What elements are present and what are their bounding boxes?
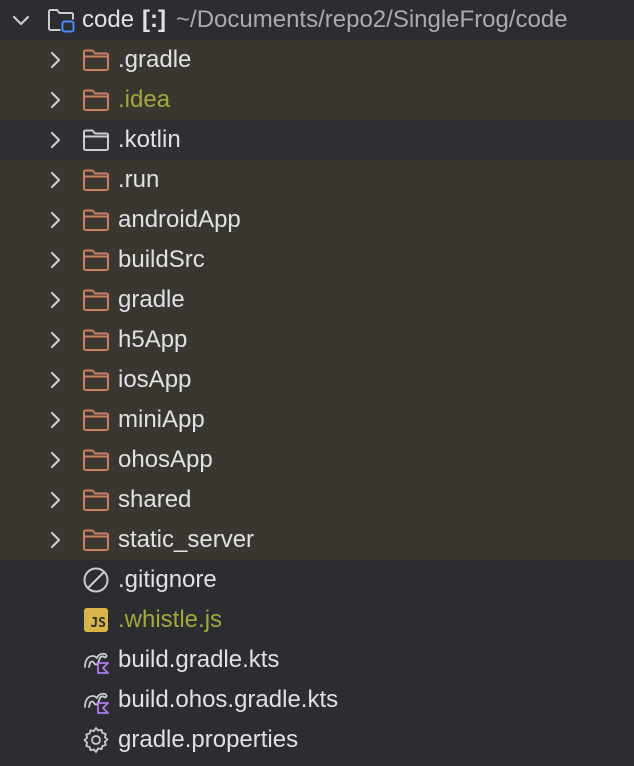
- root-label: code [:] ~/Documents/repo2/SingleFrog/code: [82, 0, 568, 40]
- folder-icon: [81, 525, 111, 555]
- folder-row[interactable]: ohosApp: [0, 440, 634, 480]
- folder-row[interactable]: gradle: [0, 280, 634, 320]
- project-tree: code [:] ~/Documents/repo2/SingleFrog/code…: [0, 0, 634, 766]
- chevron-right-icon[interactable]: [42, 47, 68, 73]
- folder-label: .kotlin: [118, 126, 181, 153]
- file-row[interactable]: gradle.properties: [0, 720, 634, 760]
- folder-icon: [81, 245, 111, 275]
- folder-label: .idea: [118, 86, 171, 113]
- folder-row[interactable]: shared: [0, 480, 634, 520]
- gear-icon: [81, 725, 111, 755]
- file-label: build.gradle.kts: [118, 646, 280, 673]
- file-row[interactable]: JS .whistle.js: [0, 600, 634, 640]
- chevron-right-icon[interactable]: [42, 167, 68, 193]
- folder-icon: [81, 485, 111, 515]
- folder-label: .run: [118, 166, 160, 193]
- folder-label: androidApp: [118, 206, 241, 233]
- folder-label: iosApp: [118, 366, 192, 393]
- chevron-right-icon[interactable]: [42, 447, 68, 473]
- folder-label: h5App: [118, 326, 188, 353]
- file-label: build.ohos.gradle.kts: [118, 686, 339, 713]
- folder-icon: [81, 445, 111, 475]
- folder-icon: [81, 205, 111, 235]
- folder-row[interactable]: androidApp: [0, 200, 634, 240]
- chevron-right-icon[interactable]: [42, 407, 68, 433]
- folder-row[interactable]: static_server: [0, 520, 634, 560]
- folder-label: ohosApp: [118, 446, 213, 473]
- file-label: gradle.properties: [118, 726, 299, 753]
- file-label: .gitignore: [118, 566, 217, 593]
- folder-label: gradle: [118, 286, 185, 313]
- folder-icon: [81, 325, 111, 355]
- module-folder-icon: [46, 5, 76, 35]
- chevron-right-icon[interactable]: [42, 367, 68, 393]
- chevron-down-icon[interactable]: [8, 7, 34, 33]
- javascript-icon: JS: [81, 605, 111, 635]
- folder-row[interactable]: .gradle: [0, 40, 634, 80]
- folder-label: .gradle: [118, 46, 192, 73]
- chevron-right-icon[interactable]: [42, 87, 68, 113]
- file-row[interactable]: build.gradle.kts: [0, 640, 634, 680]
- folder-label: shared: [118, 486, 192, 513]
- gradle-kotlin-icon: [81, 685, 111, 715]
- ignore-icon: [81, 565, 111, 595]
- root-name: code: [82, 6, 135, 33]
- folder-icon: [81, 165, 111, 195]
- chevron-right-icon[interactable]: [42, 247, 68, 273]
- folder-row[interactable]: .run: [0, 160, 634, 200]
- file-row[interactable]: .gitignore: [0, 560, 634, 600]
- folder-icon: [81, 285, 111, 315]
- chevron-right-icon[interactable]: [42, 487, 68, 513]
- chevron-right-icon[interactable]: [42, 287, 68, 313]
- folder-icon: [81, 85, 111, 115]
- folder-row[interactable]: miniApp: [0, 400, 634, 440]
- folder-row[interactable]: buildSrc: [0, 240, 634, 280]
- chevron-right-icon[interactable]: [42, 327, 68, 353]
- folder-row[interactable]: h5App: [0, 320, 634, 360]
- chevron-right-icon[interactable]: [42, 127, 68, 153]
- chevron-right-icon[interactable]: [42, 207, 68, 233]
- folder-icon: [81, 405, 111, 435]
- folder-label: buildSrc: [118, 246, 205, 273]
- root-path: ~/Documents/repo2/SingleFrog/code: [176, 6, 568, 33]
- file-row[interactable]: build.ohos.gradle.kts: [0, 680, 634, 720]
- chevron-right-icon[interactable]: [42, 527, 68, 553]
- folder-icon: [81, 125, 111, 155]
- folder-row[interactable]: .idea: [0, 80, 634, 120]
- folder-icon: [81, 365, 111, 395]
- folder-label: miniApp: [118, 406, 205, 433]
- folder-row[interactable]: iosApp: [0, 360, 634, 400]
- gradle-kotlin-icon: [81, 645, 111, 675]
- tree-root-row[interactable]: code [:] ~/Documents/repo2/SingleFrog/code: [0, 0, 634, 40]
- js-badge: JS: [84, 608, 108, 632]
- folder-label: static_server: [118, 526, 255, 553]
- root-flag: [:]: [142, 6, 167, 33]
- file-label: .whistle.js: [118, 606, 223, 633]
- folder-row[interactable]: .kotlin: [0, 120, 634, 160]
- folder-icon: [81, 45, 111, 75]
